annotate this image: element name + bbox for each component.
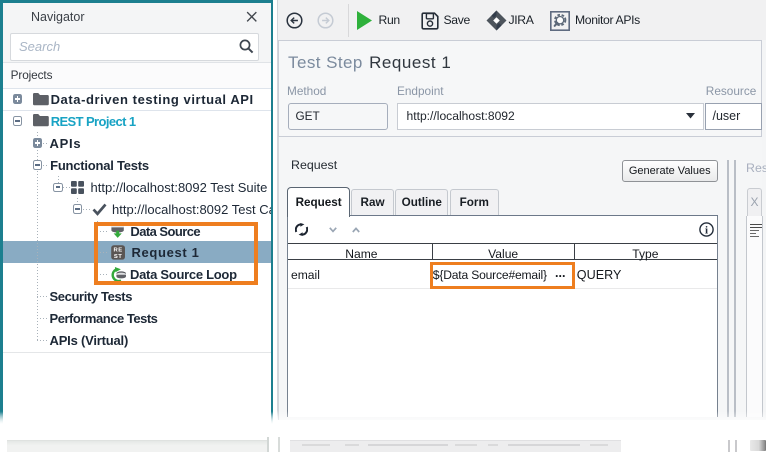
svg-text:i: i	[705, 224, 708, 236]
